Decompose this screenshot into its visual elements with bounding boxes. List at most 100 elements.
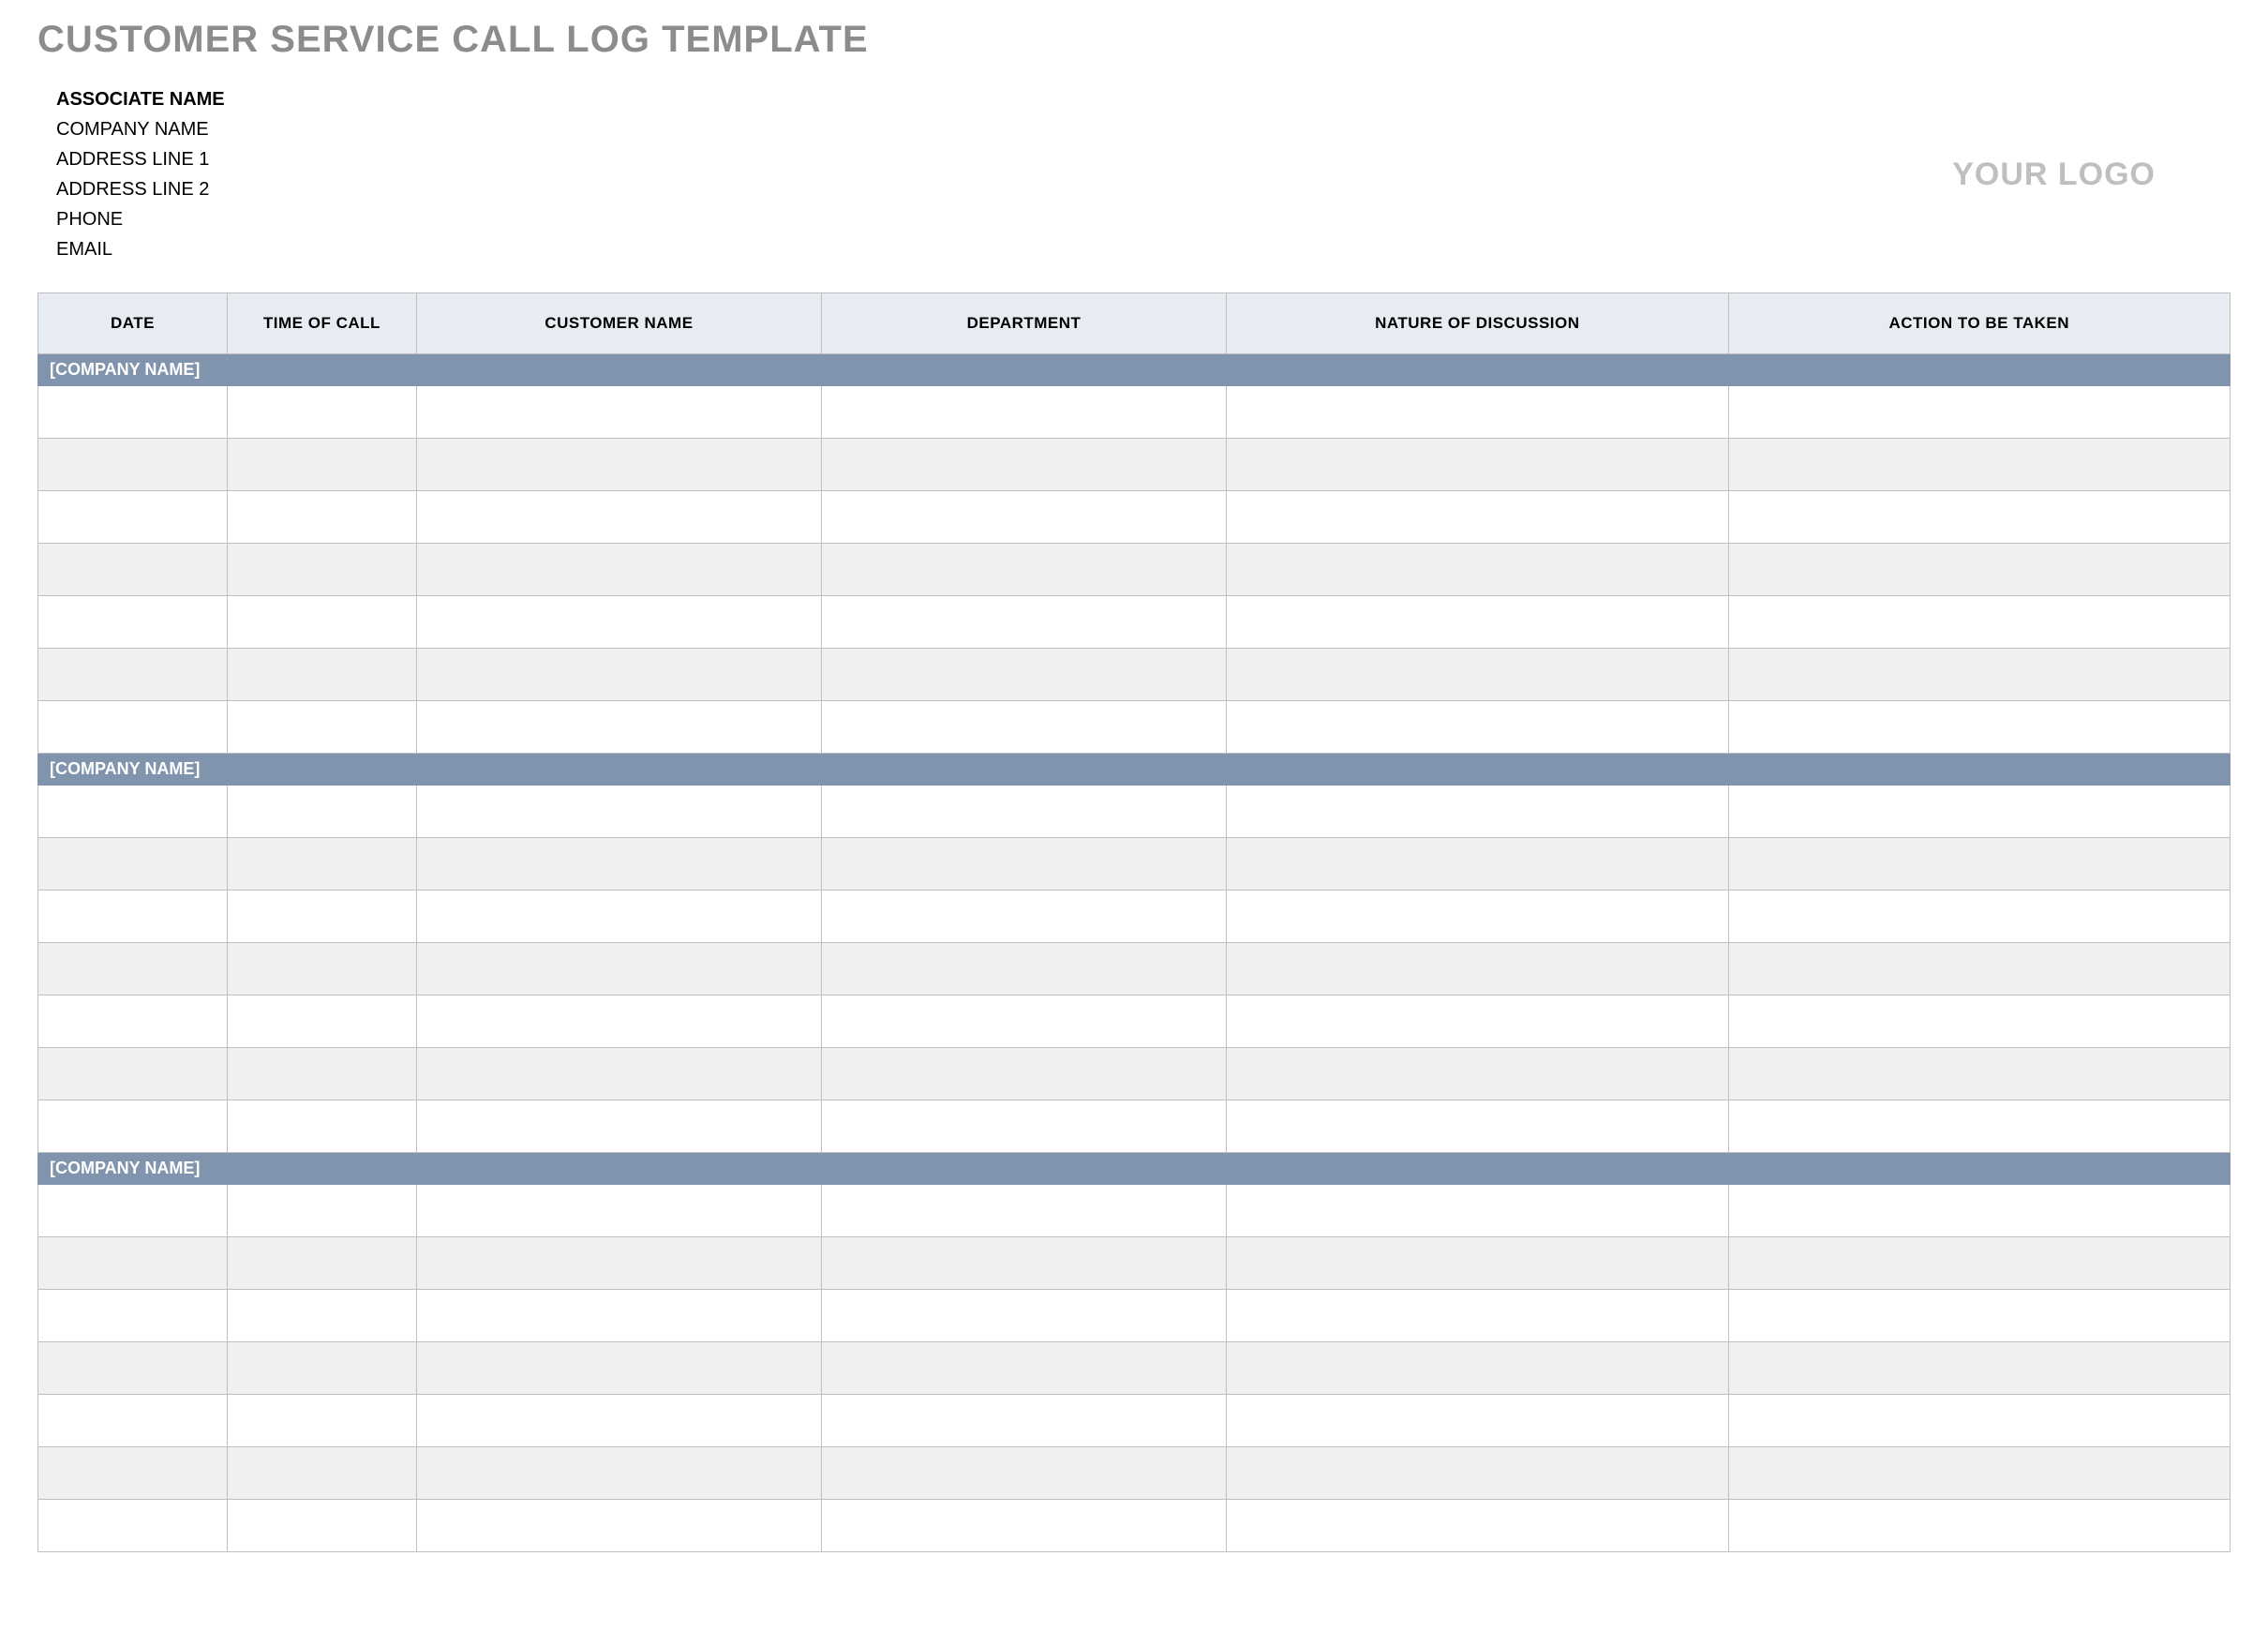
table-cell[interactable] [416,386,821,439]
table-cell[interactable] [38,890,228,943]
table-cell[interactable] [1227,649,1728,701]
table-cell[interactable] [38,649,228,701]
table-cell[interactable] [1728,1290,2230,1342]
table-cell[interactable] [1728,544,2230,596]
table-cell[interactable] [416,943,821,995]
table-cell[interactable] [1227,890,1728,943]
table-cell[interactable] [38,838,228,890]
table-cell[interactable] [416,439,821,491]
table-cell[interactable] [821,491,1226,544]
table-cell[interactable] [38,1185,228,1237]
table-cell[interactable] [1227,1500,1728,1552]
table-cell[interactable] [1227,491,1728,544]
table-cell[interactable] [416,995,821,1048]
table-cell[interactable] [1227,786,1728,838]
table-cell[interactable] [1227,1100,1728,1153]
table-cell[interactable] [821,544,1226,596]
table-cell[interactable] [1728,649,2230,701]
table-cell[interactable] [227,1500,416,1552]
table-cell[interactable] [38,596,228,649]
table-cell[interactable] [821,1048,1226,1100]
table-cell[interactable] [821,786,1226,838]
table-cell[interactable] [1728,1237,2230,1290]
table-cell[interactable] [227,943,416,995]
table-cell[interactable] [38,439,228,491]
table-cell[interactable] [1728,596,2230,649]
table-cell[interactable] [38,1237,228,1290]
table-cell[interactable] [227,1185,416,1237]
table-cell[interactable] [821,1185,1226,1237]
table-cell[interactable] [821,995,1226,1048]
table-cell[interactable] [821,439,1226,491]
table-cell[interactable] [1728,1395,2230,1447]
table-cell[interactable] [38,701,228,754]
table-cell[interactable] [416,491,821,544]
table-cell[interactable] [227,1100,416,1153]
table-cell[interactable] [416,701,821,754]
table-cell[interactable] [227,1447,416,1500]
table-cell[interactable] [416,1342,821,1395]
table-cell[interactable] [227,544,416,596]
table-cell[interactable] [38,943,228,995]
table-cell[interactable] [1227,544,1728,596]
table-cell[interactable] [1728,1447,2230,1500]
table-cell[interactable] [1728,491,2230,544]
table-cell[interactable] [821,1395,1226,1447]
table-cell[interactable] [821,890,1226,943]
table-cell[interactable] [821,943,1226,995]
table-cell[interactable] [1728,1048,2230,1100]
table-cell[interactable] [38,1290,228,1342]
table-cell[interactable] [1227,439,1728,491]
table-cell[interactable] [416,1290,821,1342]
table-cell[interactable] [38,1447,228,1500]
table-cell[interactable] [227,649,416,701]
table-cell[interactable] [227,1237,416,1290]
table-cell[interactable] [38,544,228,596]
table-cell[interactable] [416,649,821,701]
table-cell[interactable] [1728,943,2230,995]
table-cell[interactable] [416,1447,821,1500]
table-cell[interactable] [1227,1342,1728,1395]
table-cell[interactable] [821,386,1226,439]
table-cell[interactable] [227,439,416,491]
table-cell[interactable] [1728,439,2230,491]
table-cell[interactable] [416,786,821,838]
table-cell[interactable] [1227,838,1728,890]
table-cell[interactable] [38,1500,228,1552]
table-cell[interactable] [227,1048,416,1100]
table-cell[interactable] [227,995,416,1048]
table-cell[interactable] [416,1048,821,1100]
table-cell[interactable] [227,386,416,439]
table-cell[interactable] [821,596,1226,649]
table-cell[interactable] [227,1342,416,1395]
table-cell[interactable] [1227,1237,1728,1290]
table-cell[interactable] [416,838,821,890]
table-cell[interactable] [1728,386,2230,439]
table-cell[interactable] [1728,838,2230,890]
table-cell[interactable] [1728,701,2230,754]
table-cell[interactable] [38,786,228,838]
table-cell[interactable] [821,1500,1226,1552]
table-cell[interactable] [1728,1500,2230,1552]
table-cell[interactable] [38,1048,228,1100]
table-cell[interactable] [416,1100,821,1153]
table-cell[interactable] [227,596,416,649]
table-cell[interactable] [416,1500,821,1552]
table-cell[interactable] [1227,386,1728,439]
table-cell[interactable] [821,1342,1226,1395]
table-cell[interactable] [1227,1185,1728,1237]
table-cell[interactable] [821,838,1226,890]
table-cell[interactable] [227,701,416,754]
table-cell[interactable] [227,786,416,838]
table-cell[interactable] [821,649,1226,701]
table-cell[interactable] [1227,1447,1728,1500]
table-cell[interactable] [38,995,228,1048]
table-cell[interactable] [38,1100,228,1153]
table-cell[interactable] [1728,995,2230,1048]
table-cell[interactable] [1227,995,1728,1048]
table-cell[interactable] [821,1237,1226,1290]
table-cell[interactable] [416,890,821,943]
table-cell[interactable] [821,1290,1226,1342]
table-cell[interactable] [227,1290,416,1342]
table-cell[interactable] [1227,701,1728,754]
